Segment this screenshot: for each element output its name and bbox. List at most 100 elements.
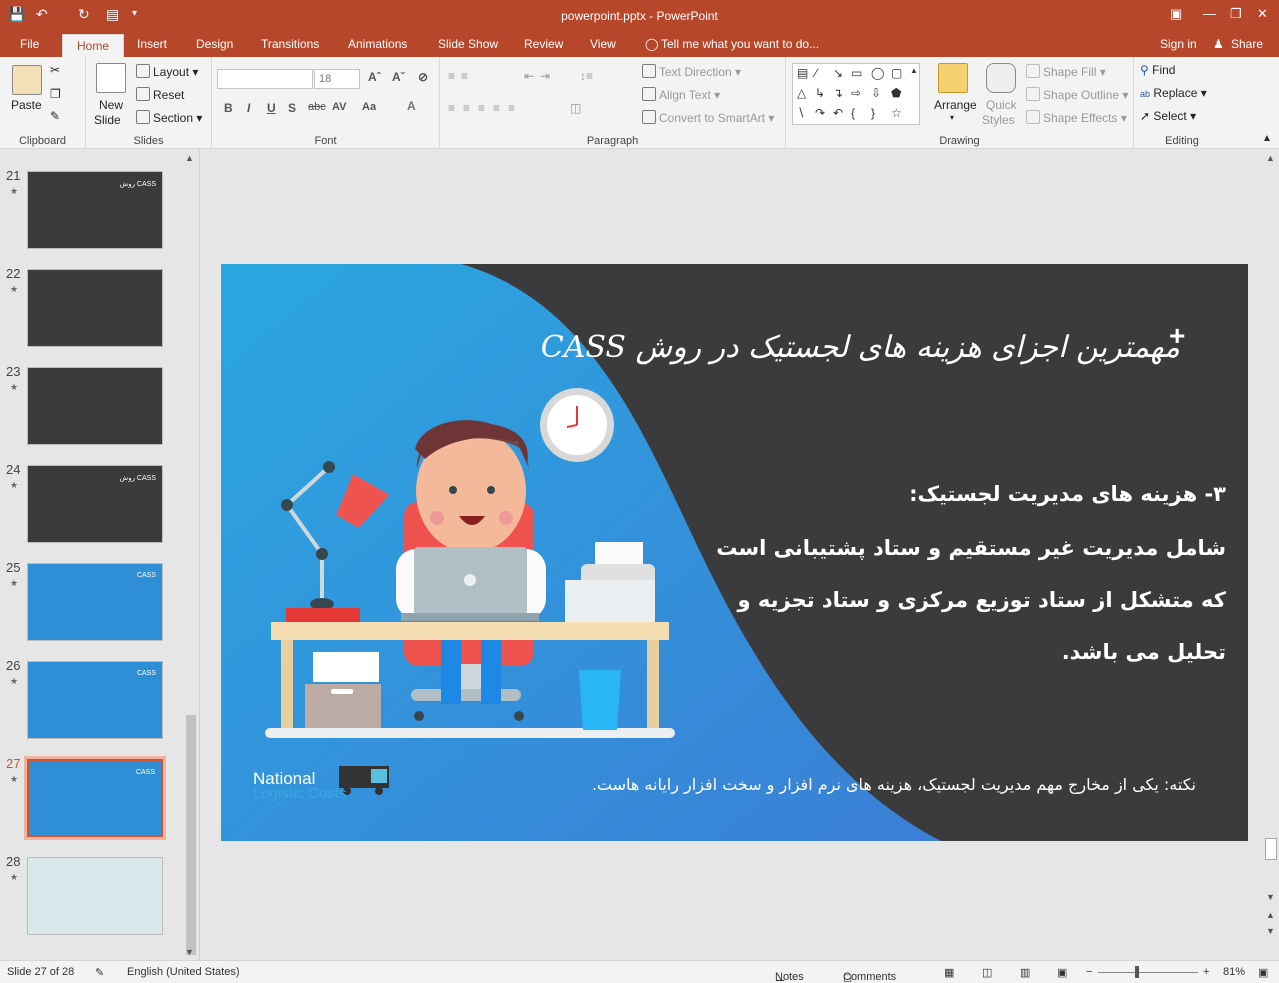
text-shadow-icon[interactable]: S (288, 101, 296, 115)
change-case-icon[interactable]: Aa (362, 101, 376, 113)
curve-shape-icon[interactable]: ↷ (815, 106, 825, 120)
cut-icon[interactable]: ✂ (50, 63, 60, 77)
slide-thumbnail[interactable]: CASS (27, 563, 163, 641)
increase-font-size-icon[interactable]: Aˆ (368, 70, 381, 84)
reading-view-icon[interactable]: ▥ (1020, 966, 1030, 979)
language-indicator[interactable]: English (United States) (127, 966, 240, 978)
tab-review[interactable]: Review (524, 37, 563, 51)
layout-button[interactable]: Layout ▾ (136, 64, 198, 79)
rounded-rect-shape-icon[interactable]: ▢ (891, 66, 902, 80)
slide-scroll-thumb[interactable] (1265, 838, 1277, 860)
format-painter-icon[interactable]: ✎ (50, 109, 60, 123)
line-shape-icon[interactable]: ∕ (815, 66, 817, 80)
underline-icon[interactable]: U (267, 101, 276, 115)
new-slide-icon[interactable] (96, 63, 126, 93)
tab-insert[interactable]: Insert (137, 37, 167, 51)
elbow-arrow-icon[interactable]: ↴ (833, 86, 843, 100)
font-size-box[interactable]: 18 (314, 69, 360, 89)
fit-slide-icon[interactable]: ▣ (1258, 966, 1268, 979)
next-slide-icon[interactable]: ▼ (1266, 926, 1275, 936)
sign-in-link[interactable]: Sign in (1160, 37, 1197, 51)
arc-shape-icon[interactable]: ↶ (833, 106, 843, 120)
new-slide-button[interactable]: New (99, 98, 123, 112)
slide-canvas[interactable]: + مهمترین اجزای هزینه های لجستیک در روش … (221, 264, 1248, 841)
thumbnails-scroll-thumb[interactable] (186, 715, 196, 955)
paste-icon[interactable] (12, 65, 42, 95)
text-direction-button[interactable]: Text Direction ▾ (642, 64, 741, 79)
slide-heading[interactable]: ۳- هزینه های مدیریت لجستیک: (909, 482, 1226, 506)
zoom-in-icon[interactable]: + (1203, 966, 1209, 978)
scroll-down-icon[interactable]: ▼ (1266, 892, 1275, 902)
normal-view-icon[interactable]: ▦ (944, 966, 954, 979)
slide-thumbnail[interactable]: CASS (24, 756, 166, 840)
slide-note[interactable]: نکته: یکی از مخارج مهم مدیریت لجستیک، هز… (592, 775, 1196, 794)
textbox-shape-icon[interactable]: ▤ (797, 66, 808, 80)
columns-icon[interactable]: ◫ (570, 101, 581, 115)
select-button[interactable]: ➚ Select ▾ (1140, 109, 1196, 123)
right-brace-icon[interactable]: } (871, 106, 875, 120)
indent-icon[interactable]: ⇤⇥ (524, 69, 556, 83)
collapse-ribbon-icon[interactable]: ▲ (1262, 133, 1272, 144)
tab-file[interactable]: File (20, 37, 39, 51)
shape-fill-button[interactable]: Shape Fill ▾ (1026, 64, 1106, 79)
decrease-font-size-icon[interactable]: Aˇ (392, 70, 405, 84)
gallery-more-icon[interactable]: ▲ (910, 66, 918, 75)
font-name-box[interactable] (217, 69, 313, 89)
character-spacing-icon[interactable]: AV (332, 101, 346, 113)
share-icon[interactable]: ♟ (1213, 37, 1224, 51)
reset-button[interactable]: Reset (136, 87, 184, 102)
tell-me-box[interactable]: Tell me what you want to do... (661, 37, 819, 51)
thumbnails-scrollbar[interactable]: ▲ ▼ (183, 150, 199, 960)
previous-slide-icon[interactable]: ▲ (1266, 910, 1275, 920)
right-arrow-shape-icon[interactable]: ⇨ (851, 86, 861, 100)
bold-icon[interactable]: B (224, 101, 233, 115)
scroll-down-icon[interactable]: ▼ (185, 947, 194, 957)
close-icon[interactable]: ✕ (1257, 6, 1268, 22)
shapes-gallery[interactable]: ▤ ∕ ↘ ▭ ◯ ▢ △ ↳ ↴ ⇨ ⇩ ⬟ ∖ ↷ ↶ { } ☆ ▲ (792, 63, 920, 125)
oval-shape-icon[interactable]: ◯ (871, 66, 884, 80)
slide-body-line-2[interactable]: که متشکل از ستاد توزیع مرکزی و ستاد تجزی… (738, 588, 1226, 612)
arrange-button[interactable]: Arrange (934, 98, 977, 112)
left-brace-icon[interactable]: { (851, 106, 855, 120)
minimize-icon[interactable]: — (1203, 6, 1216, 21)
font-color-icon[interactable]: A (407, 99, 416, 113)
strikethrough-icon[interactable]: abc (308, 101, 326, 113)
ribbon-display-options-icon[interactable]: ▣ (1170, 6, 1182, 22)
bullets-icon[interactable]: ≡≡ (448, 69, 474, 83)
triangle-shape-icon[interactable]: △ (797, 86, 806, 100)
spell-check-icon[interactable]: ✎ (95, 966, 104, 979)
arrange-dropdown-icon[interactable]: ▾ (950, 113, 954, 122)
align-icons[interactable]: ≡≡≡≡≡ (448, 101, 523, 115)
zoom-out-icon[interactable]: − (1086, 966, 1092, 978)
replace-button[interactable]: ab Replace ▾ (1140, 86, 1207, 100)
section-button[interactable]: Section ▾ (136, 110, 202, 125)
slide-show-icon[interactable]: ▣ (1057, 966, 1067, 979)
slide-body-line-1[interactable]: شامل مدیریت غیر مستقیم و ستاد پشتیبانی ا… (716, 536, 1226, 560)
tab-view[interactable]: View (590, 37, 616, 51)
find-button[interactable]: ⚲ Find (1140, 63, 1175, 77)
rectangle-shape-icon[interactable]: ▭ (851, 66, 862, 80)
align-text-button[interactable]: Align Text ▾ (642, 87, 720, 102)
star-shape-icon[interactable]: ☆ (891, 106, 902, 120)
slide-thumbnail[interactable]: روش CASS (27, 465, 163, 543)
pentagon-shape-icon[interactable]: ⬟ (891, 86, 901, 100)
clear-formatting-icon[interactable]: ⊘ (418, 70, 428, 84)
shape-effects-button[interactable]: Shape Effects ▾ (1026, 110, 1127, 125)
zoom-level[interactable]: 81% (1223, 966, 1245, 978)
tab-transitions[interactable]: Transitions (261, 37, 319, 51)
quick-styles-icon[interactable] (986, 63, 1016, 93)
zoom-slider[interactable] (1098, 972, 1198, 973)
convert-smartart-button[interactable]: Convert to SmartArt ▾ (642, 110, 774, 125)
zoom-slider-thumb[interactable] (1135, 966, 1139, 978)
arrange-icon[interactable] (938, 63, 968, 93)
slide-sorter-icon[interactable]: ◫ (982, 966, 992, 979)
paste-button[interactable]: Paste (11, 98, 42, 112)
tab-animations[interactable]: Animations (348, 37, 407, 51)
slide-title[interactable]: مهمترین اجزای هزینه های لجستیک در روش CA… (541, 330, 1180, 365)
arrow-line-shape-icon[interactable]: ↘ (833, 66, 843, 80)
italic-icon[interactable]: I (247, 101, 250, 115)
share-button[interactable]: Share (1231, 37, 1263, 51)
tab-design[interactable]: Design (196, 37, 233, 51)
slide-thumbnail[interactable]: روش CASS (27, 171, 163, 249)
slide-thumbnail[interactable] (27, 367, 163, 445)
